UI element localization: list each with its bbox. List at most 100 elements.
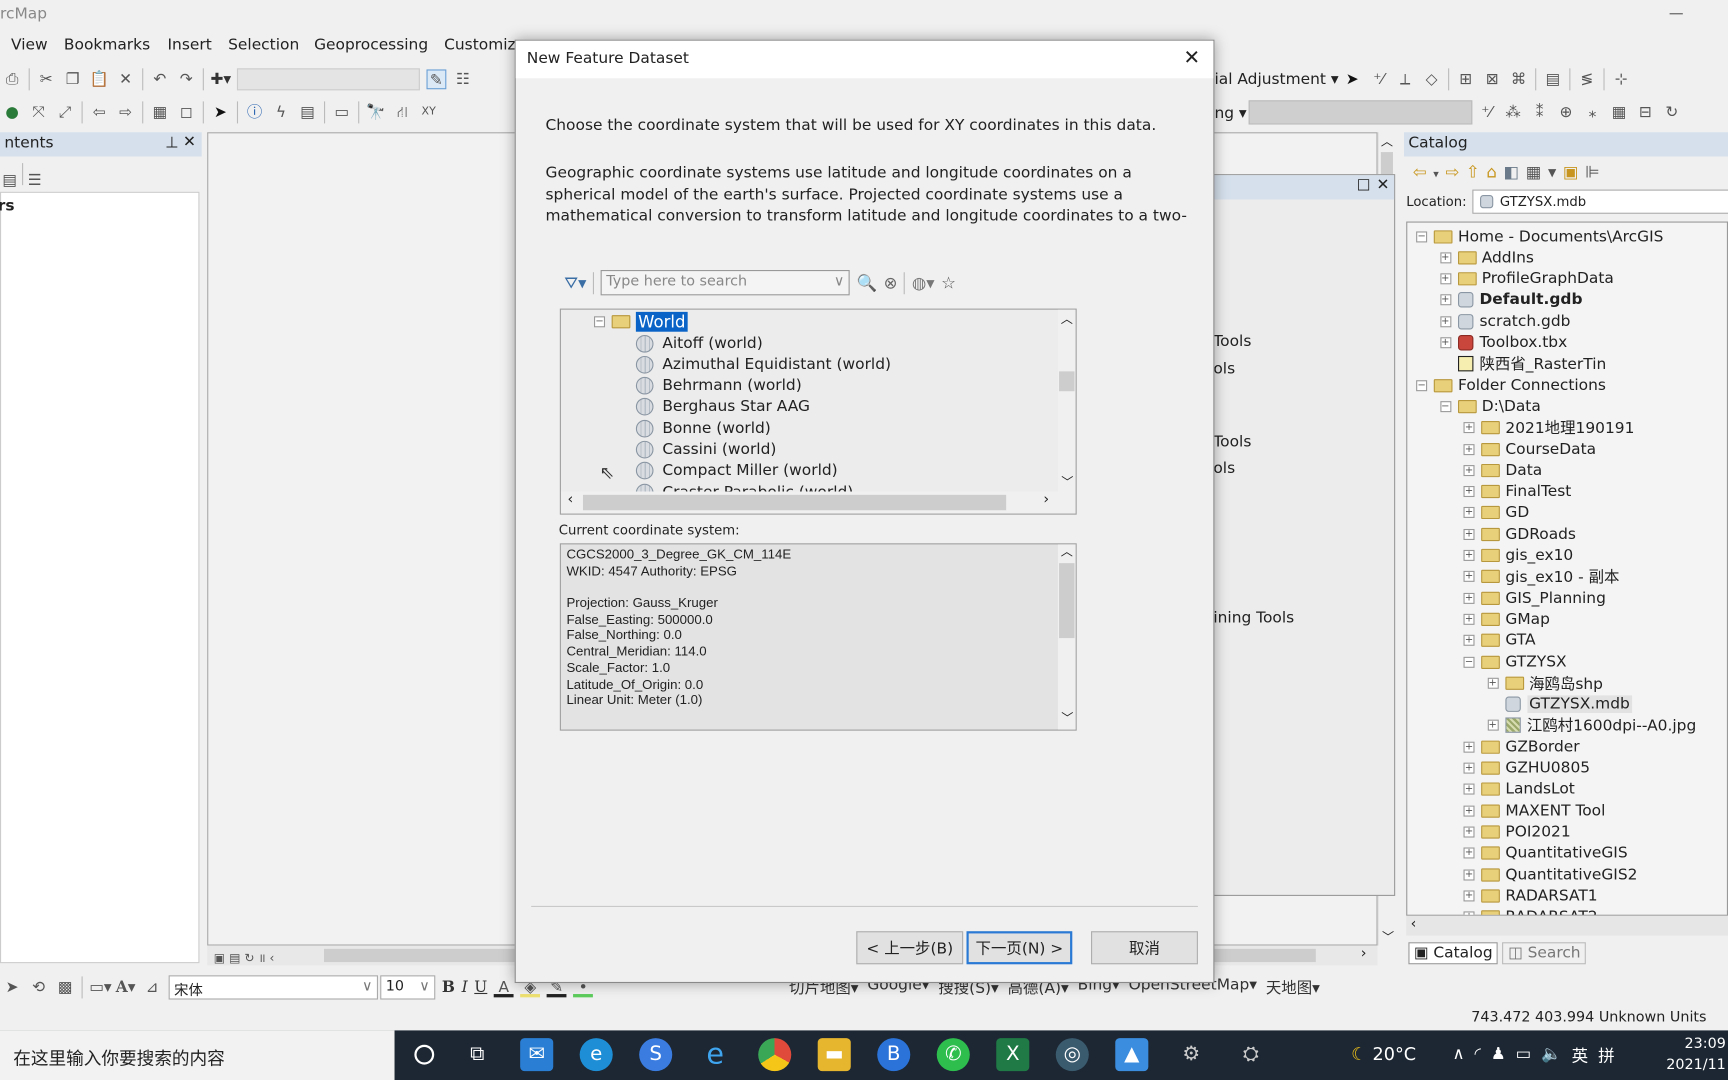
redo-icon[interactable]: ↷ bbox=[176, 69, 196, 89]
catalog-item[interactable]: + Data bbox=[1463, 460, 1542, 481]
toolbox-item[interactable]: ols bbox=[1213, 360, 1235, 378]
expand-icon[interactable]: + bbox=[1463, 826, 1475, 838]
expand-icon[interactable]: + bbox=[1487, 677, 1499, 689]
app-icon[interactable]: ⚙ bbox=[1175, 1038, 1208, 1071]
sogou-icon[interactable]: S bbox=[639, 1038, 673, 1072]
expand-icon[interactable]: + bbox=[1463, 890, 1475, 902]
catalog-item[interactable]: + AddIns bbox=[1439, 247, 1534, 268]
back-icon[interactable]: ⇦ bbox=[1413, 162, 1433, 182]
select-elements-icon[interactable]: ➤ bbox=[210, 102, 230, 122]
expand-icon[interactable]: + bbox=[1463, 847, 1475, 859]
catalog-item[interactable]: + POI2021 bbox=[1463, 821, 1571, 842]
taskbar-search[interactable]: 在这里输入你要搜索的内容 bbox=[0, 1030, 395, 1080]
excel-icon[interactable]: X bbox=[996, 1038, 1030, 1072]
coordinate-system-item[interactable]: Behrmann (world) bbox=[635, 375, 802, 396]
editor-icon[interactable]: ✎ bbox=[426, 69, 447, 90]
catalog-item[interactable]: + ProfileGraphData bbox=[1439, 268, 1614, 289]
coordinate-system-item[interactable]: Aitoff (world) bbox=[635, 333, 763, 354]
multi-link-icon[interactable]: ⌘ bbox=[1509, 69, 1529, 89]
edge-match-icon[interactable]: ⊹ bbox=[1611, 69, 1631, 89]
expand-icon[interactable]: + bbox=[1463, 634, 1475, 647]
new-folder-icon[interactable]: ▣ bbox=[1563, 162, 1585, 182]
catalog-item[interactable]: + GZBorder bbox=[1463, 736, 1580, 757]
catalog-item[interactable]: + GDRoads bbox=[1463, 524, 1576, 545]
catalog-item[interactable]: − Folder Connections bbox=[1416, 375, 1606, 396]
font-select[interactable]: 宋体 ∨ bbox=[168, 975, 378, 1000]
catalog-item[interactable]: + Toolbox.tbx bbox=[1439, 332, 1567, 353]
coordinate-system-item[interactable]: Compact Miller (world) bbox=[635, 460, 838, 481]
goto-xy-icon[interactable]: XY bbox=[419, 102, 439, 122]
expand-icon[interactable]: + bbox=[1439, 337, 1451, 349]
italic-button[interactable]: I bbox=[462, 979, 468, 997]
catalog-item[interactable]: − D:\Data bbox=[1439, 396, 1541, 417]
select-arrow-icon[interactable]: ➤ bbox=[1342, 69, 1362, 89]
location-input[interactable]: GTZYSX.mdb bbox=[1472, 189, 1728, 214]
view-link-table-icon[interactable]: ▦ bbox=[1609, 102, 1629, 122]
catalog-tree[interactable]: − Home - Documents\ArcGIS + AddIns + ProfileG… bbox=[1406, 221, 1728, 916]
modify-link-icon[interactable]: ⟂ bbox=[1395, 69, 1415, 89]
zoom-in-fixed-icon[interactable]: ⤧ bbox=[29, 102, 49, 122]
area-icon[interactable]: ⊠ bbox=[1482, 69, 1502, 89]
menu-insert[interactable]: Insert bbox=[168, 36, 212, 54]
expand-icon[interactable]: + bbox=[1463, 868, 1475, 880]
ie-icon[interactable]: e bbox=[699, 1038, 732, 1071]
toolbox-item[interactable]: ining Tools bbox=[1213, 609, 1294, 627]
expand-icon[interactable]: + bbox=[1487, 720, 1499, 732]
tree-scrollbar-vertical[interactable]: ︿ ﹀ bbox=[1057, 309, 1076, 493]
spatial-adjustment-menu[interactable]: ial Adjustment ▾ bbox=[1214, 71, 1338, 89]
zoom-to-icon[interactable]: ⊕ bbox=[1556, 102, 1576, 122]
tab-search[interactable]: ◫ Search bbox=[1502, 942, 1587, 965]
tree-toggle-icon[interactable]: ⊫ bbox=[1585, 162, 1606, 182]
wechat-icon[interactable]: ✆ bbox=[936, 1038, 970, 1072]
collapse-icon[interactable]: − bbox=[1463, 656, 1475, 668]
filter-icon[interactable]: ⛛▾ bbox=[564, 273, 586, 293]
maximize-icon[interactable]: ☐ bbox=[1357, 177, 1371, 195]
catalog-item[interactable]: + MAXENT Tool bbox=[1463, 800, 1605, 821]
arcgis-icon[interactable]: ◎ bbox=[1055, 1038, 1089, 1072]
toolbox-item[interactable]: Tools bbox=[1213, 333, 1251, 351]
catalog-item[interactable]: + gis_ex10 - 副本 bbox=[1463, 566, 1619, 587]
forward-icon[interactable]: ⇨ bbox=[1445, 162, 1465, 182]
search-input[interactable]: Type here to search ∨ bbox=[600, 269, 850, 296]
fit-icon[interactable]: ⁂ bbox=[1503, 102, 1523, 122]
identify-icon[interactable]: ⓘ bbox=[245, 102, 265, 122]
collapse-icon[interactable]: − bbox=[1439, 401, 1451, 413]
close-icon[interactable]: ✕ bbox=[1183, 46, 1200, 69]
link-table-icon[interactable]: ▤ bbox=[1543, 69, 1563, 89]
catalog-item[interactable]: + 海鸥岛shp bbox=[1487, 673, 1603, 694]
coordinate-system-item[interactable]: Cassini (world) bbox=[635, 439, 776, 460]
pin-icon[interactable]: ⊥ bbox=[165, 134, 178, 152]
table-icon[interactable]: ☷ bbox=[453, 69, 473, 89]
rotate-icon[interactable]: ⁑ bbox=[1530, 102, 1550, 122]
menu-selection[interactable]: Selection bbox=[228, 36, 299, 54]
catalog-item[interactable]: + RADARSAT1 bbox=[1463, 885, 1598, 906]
expand-icon[interactable]: + bbox=[1463, 486, 1475, 498]
text-icon[interactable]: A▾ bbox=[116, 978, 136, 998]
limited-adjust-icon[interactable]: ◇ bbox=[1422, 69, 1442, 89]
expand-icon[interactable]: + bbox=[1463, 783, 1475, 795]
details-scrollbar-vertical[interactable]: ︿ ﹀ bbox=[1057, 544, 1076, 730]
catalog-item[interactable]: +2021地理190191 bbox=[1463, 417, 1634, 438]
search-icon[interactable]: 🔍 bbox=[856, 273, 877, 293]
home-icon[interactable]: ⌂ bbox=[1486, 162, 1503, 182]
font-size-select[interactable]: 10 ∨ bbox=[380, 975, 436, 1000]
collapse-icon[interactable]: − bbox=[593, 315, 606, 327]
expand-icon[interactable]: + bbox=[1463, 571, 1475, 583]
next-button[interactable]: 下一页(N) > bbox=[966, 931, 1073, 965]
catalog-item[interactable]: + GIS_Planning bbox=[1463, 587, 1606, 608]
close-icon[interactable]: ✕ bbox=[1376, 176, 1389, 194]
catalog-item[interactable]: 陕西省_RasterTin bbox=[1440, 354, 1606, 375]
back-button[interactable]: < 上一步(B) bbox=[856, 931, 964, 965]
menu-customize[interactable]: Customize bbox=[444, 36, 525, 54]
catalog-item[interactable]: + Default.gdb bbox=[1439, 290, 1583, 311]
reset-icon[interactable]: ↻ bbox=[1662, 102, 1682, 122]
catalog-item[interactable]: + CourseData bbox=[1463, 439, 1596, 460]
expand-icon[interactable]: + bbox=[1463, 613, 1475, 625]
collapse-icon[interactable]: − bbox=[1416, 379, 1428, 391]
clear-search-icon[interactable]: ⊗ bbox=[884, 273, 898, 293]
add-data-icon[interactable]: ✚▾ bbox=[210, 69, 231, 89]
expand-icon[interactable]: + bbox=[1463, 422, 1475, 434]
dropdown-icon[interactable]: ▾ bbox=[1433, 169, 1445, 181]
add-favorite-icon[interactable]: ☆ bbox=[941, 273, 956, 293]
chrome-icon[interactable] bbox=[758, 1038, 792, 1072]
